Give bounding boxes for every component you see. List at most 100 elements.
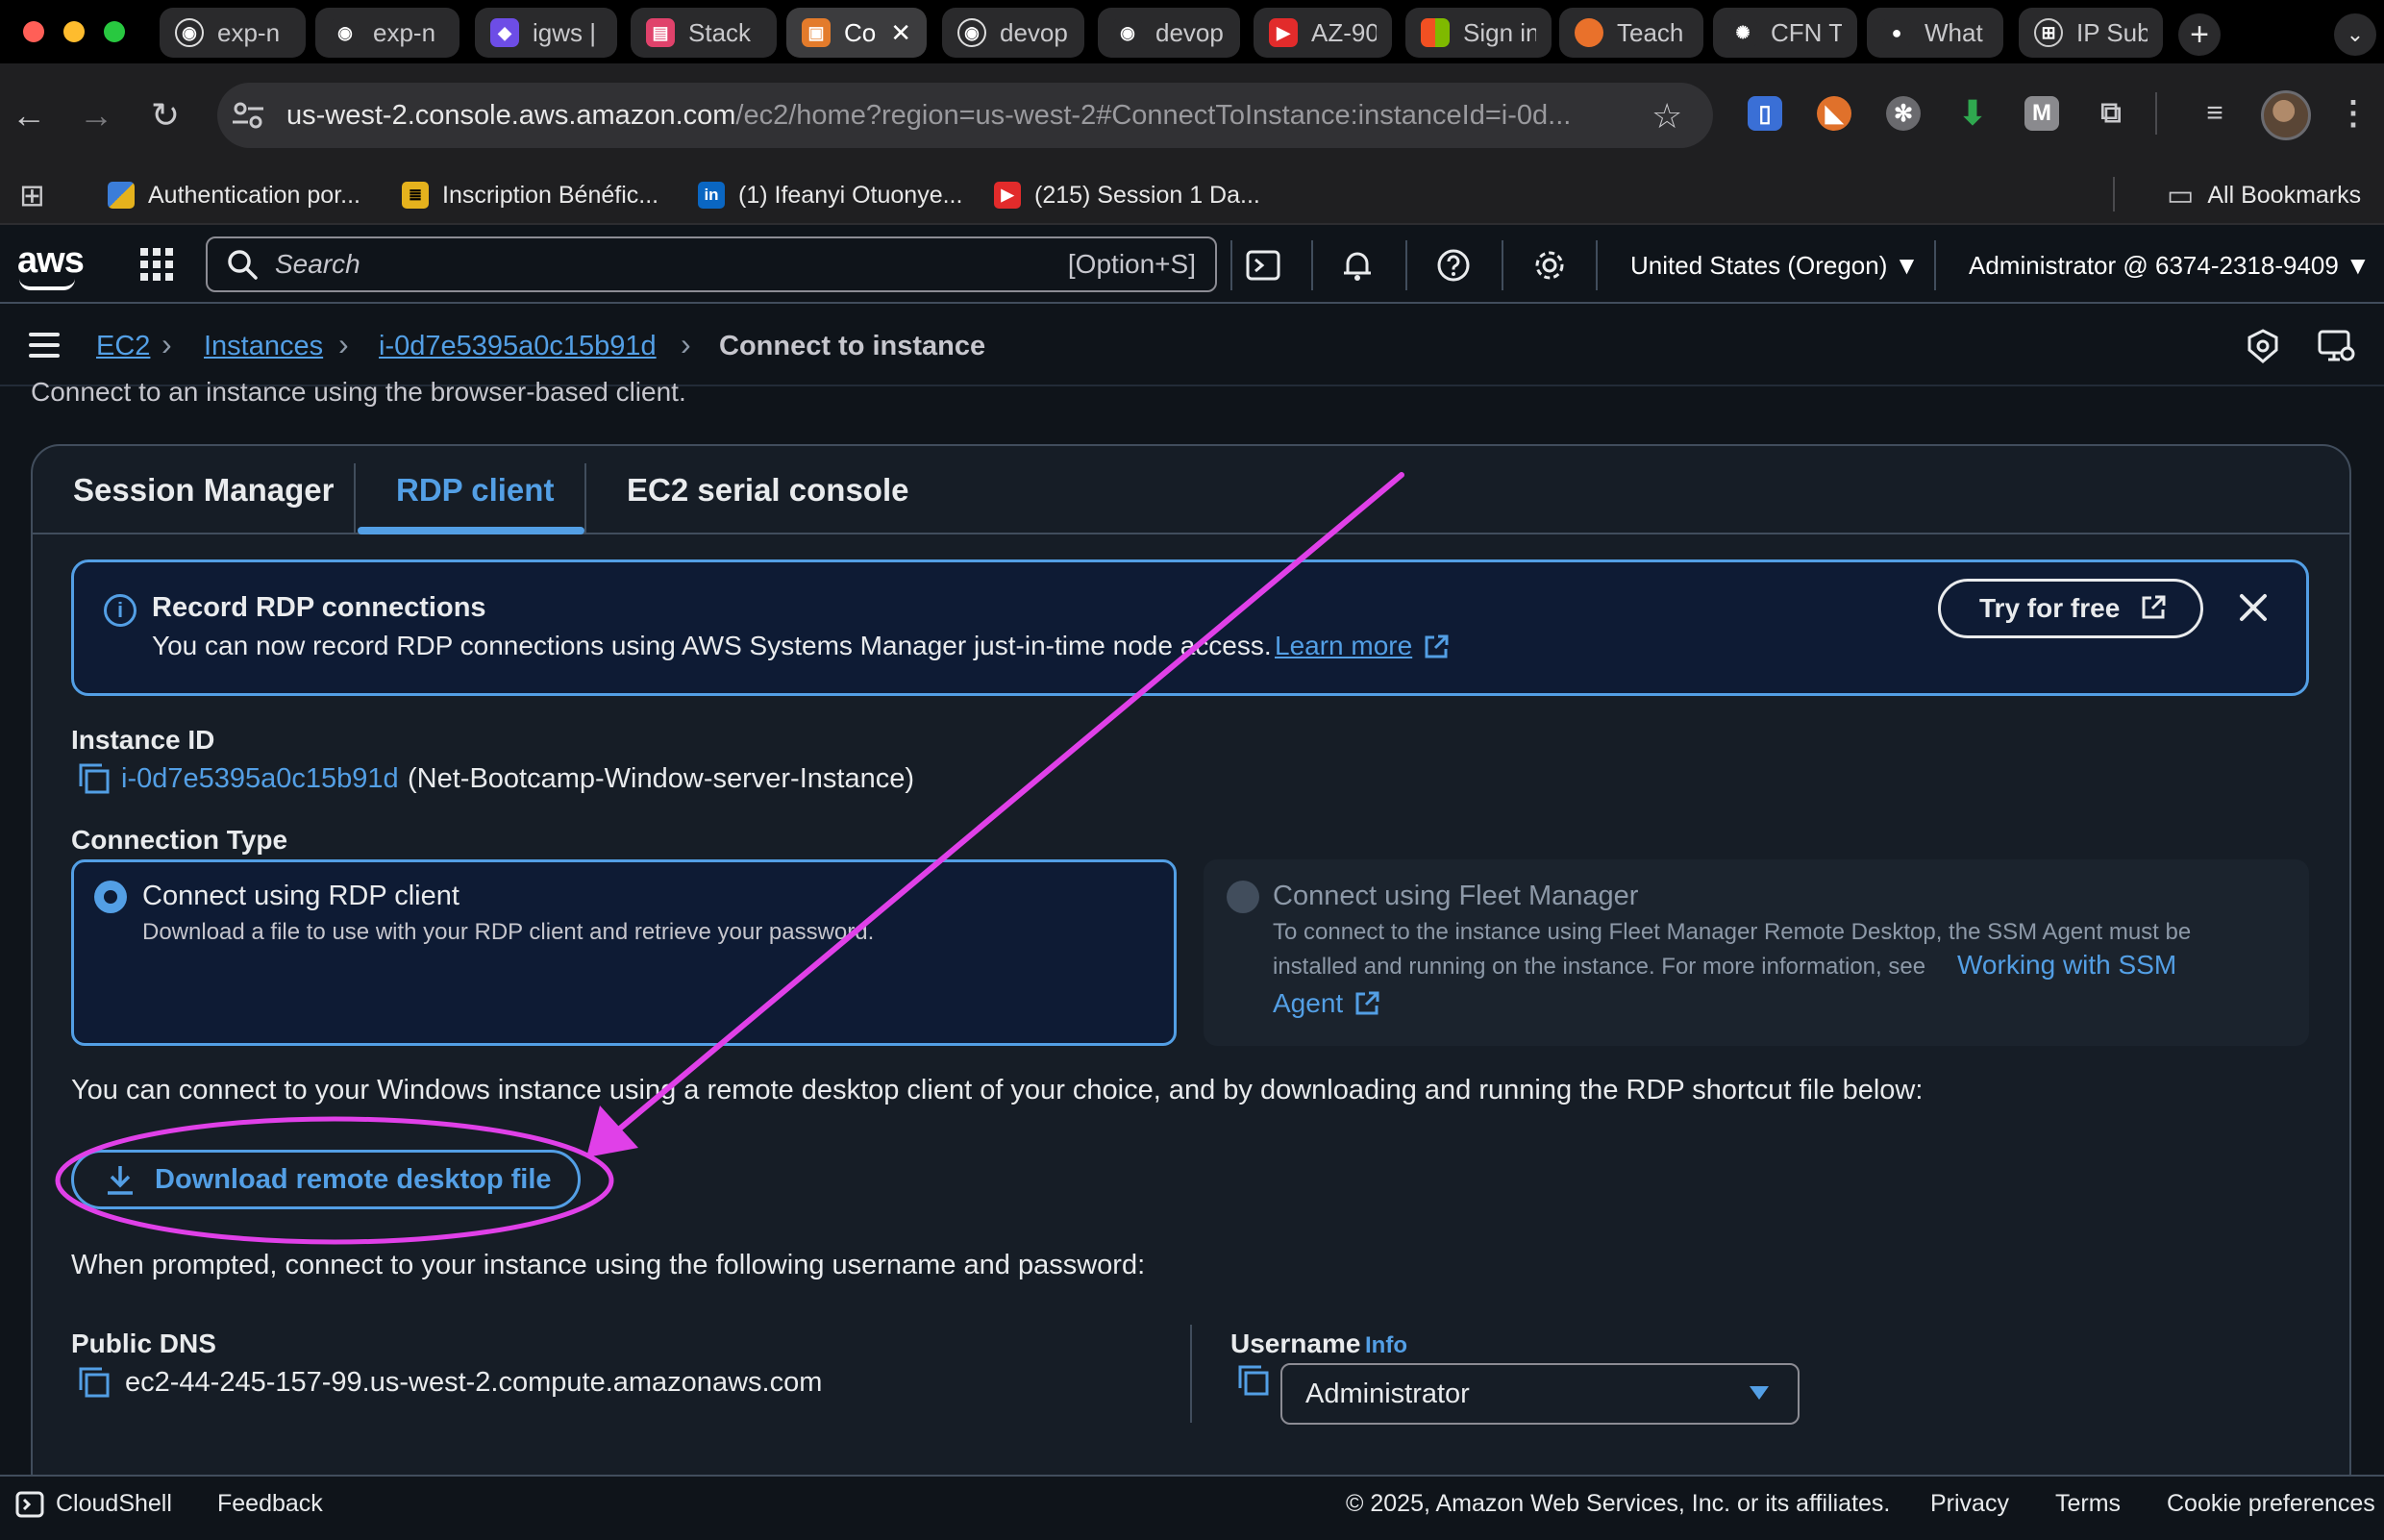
breadcrumb-instance-id[interactable]: i-0d7e5395a0c15b91d (379, 327, 657, 365)
learn-more-link[interactable]: Learn more (1275, 631, 1412, 661)
feedback-shield-icon[interactable] (2244, 327, 2282, 365)
browser-tab[interactable]: ◉ devop (942, 8, 1084, 58)
download-extension-icon[interactable]: ⬇ (1955, 95, 1990, 132)
puzzle-extensions-icon[interactable]: ⧉ (2094, 96, 2128, 131)
bookmark-item[interactable]: ≣ Inscription Bénéfic... (402, 171, 658, 219)
site-settings-icon[interactable] (231, 100, 265, 131)
display-preferences-icon[interactable] (2317, 327, 2355, 365)
account-menu[interactable]: Administrator @ 6374-2318-9409 ▼ (1969, 246, 2371, 285)
browser-menu-icon[interactable]: ⋮ (2336, 95, 2371, 132)
header-divider (1502, 240, 1503, 290)
window-zoom-button[interactable] (104, 21, 125, 42)
window-minimize-button[interactable] (63, 21, 85, 42)
services-menu-icon[interactable] (140, 248, 173, 281)
profile-avatar[interactable] (2261, 90, 2311, 140)
search-icon (228, 250, 258, 280)
m-extension-icon[interactable]: M (2024, 96, 2059, 131)
copy-icon[interactable] (77, 1365, 112, 1400)
address-bar[interactable]: us-west-2.console.aws.amazon.com/ec2/hom… (217, 83, 1713, 148)
close-icon[interactable] (2234, 588, 2272, 627)
media-controls-icon[interactable]: ≡ (2198, 96, 2232, 131)
username-info-link[interactable]: Info (1365, 1332, 1407, 1359)
username-select[interactable]: Administrator (1280, 1363, 1800, 1425)
radio-rdp-selected[interactable] (94, 881, 127, 913)
bookmark-item[interactable]: in (1) Ifeanyi Otuonye... (698, 171, 962, 219)
browser-tab[interactable]: Sign in (1405, 8, 1552, 58)
docs-extension-icon[interactable]: ▯ (1748, 96, 1782, 131)
github-icon: ◉ (175, 18, 204, 47)
copy-icon[interactable] (77, 761, 112, 796)
openai-icon: ✺ (1728, 18, 1757, 47)
reload-icon[interactable]: ↻ (144, 94, 186, 137)
browser-tab[interactable]: ✺ CFN T (1713, 8, 1857, 58)
cloudshell-icon[interactable] (1244, 246, 1282, 285)
back-arrow-icon[interactable]: ← (8, 94, 50, 137)
credentials-instructions: When prompted, connect to your instance … (71, 1250, 1146, 1280)
notifications-bell-icon[interactable] (1338, 246, 1377, 285)
browser-tab[interactable]: ◆ igws | (475, 8, 617, 58)
browser-tab[interactable]: ◉ devop (1098, 8, 1240, 58)
instance-id-link[interactable]: i-0d7e5395a0c15b91d (121, 763, 399, 795)
footer-feedback[interactable]: Feedback (217, 1490, 323, 1518)
browser-tab[interactable]: ▶ AZ-90 (1254, 8, 1392, 58)
public-dns-value: ec2-44-245-157-99.us-west-2.compute.amaz… (125, 1367, 823, 1398)
column-divider (1190, 1325, 1192, 1423)
browser-tab[interactable]: ▤ Stack (631, 8, 777, 58)
breadcrumb-current: Connect to instance (719, 331, 986, 361)
youtube-icon: ▶ (994, 182, 1021, 209)
help-icon[interactable] (1434, 246, 1473, 285)
all-bookmarks-button[interactable]: ▭ All Bookmarks (2167, 171, 2361, 219)
header-divider (1230, 240, 1232, 290)
chevron-right-icon: › (338, 327, 349, 361)
browser-tab[interactable]: ◉ exp-n (315, 8, 459, 58)
chevron-right-icon: › (681, 327, 691, 361)
bookmark-item[interactable]: ▶ (215) Session 1 Da... (994, 171, 1260, 219)
footer-terms[interactable]: Terms (2055, 1490, 2121, 1518)
footer-privacy[interactable]: Privacy (1930, 1490, 2009, 1518)
tile-rdp-desc: Download a file to use with your RDP cli… (142, 919, 875, 945)
copy-icon[interactable] (1236, 1363, 1271, 1398)
browser-tab[interactable]: Teach (1559, 8, 1703, 58)
tab-session-manager[interactable]: Session Manager (73, 469, 334, 511)
external-link-icon (2142, 595, 2166, 619)
tab-ec2-serial-console[interactable]: EC2 serial console (627, 469, 908, 511)
cloudshell-icon[interactable] (15, 1490, 44, 1519)
forward-arrow-icon[interactable]: → (75, 94, 117, 137)
new-tab-button[interactable]: + (2178, 13, 2221, 56)
footer-cloudshell[interactable]: CloudShell (56, 1490, 172, 1518)
microsoft-icon (1421, 18, 1450, 47)
browser-tab[interactable]: ⊞ IP Sub (2019, 8, 2163, 58)
browser-tab[interactable]: ◉ exp-n (160, 8, 306, 58)
aws-search-input[interactable]: Search [Option+S] (206, 236, 1217, 292)
flag-icon (108, 182, 135, 209)
tile-fleet-desc: installed and running on the instance. F… (1273, 954, 1926, 980)
window-close-button[interactable] (23, 21, 44, 42)
bookmark-star-icon[interactable]: ☆ (1651, 96, 1682, 137)
ssm-agent-link[interactable]: Agent (1273, 988, 1343, 1019)
apps-grid-icon[interactable]: ⊞ (19, 171, 45, 219)
extension-icon[interactable]: ✻ (1886, 96, 1921, 131)
browser-tab[interactable]: ● What (1867, 8, 2003, 58)
browser-tab-active[interactable]: ▣ Co ✕ (786, 8, 927, 58)
region-selector[interactable]: United States (Oregon) ▼ (1630, 246, 1919, 285)
tab-search-icon[interactable]: ⌄ (2334, 13, 2376, 56)
github-icon: ◉ (957, 18, 986, 47)
aws-logo[interactable]: aws (17, 240, 85, 282)
footer-cookie-preferences[interactable]: Cookie preferences (2167, 1490, 2375, 1518)
bookmark-item[interactable]: Authentication por... (108, 171, 360, 219)
download-remote-desktop-file-button[interactable]: Download remote desktop file (71, 1150, 581, 1209)
connection-type-label: Connection Type (71, 825, 288, 855)
tab-rdp-client[interactable]: RDP client (396, 469, 554, 511)
aws-console-icon: ▣ (802, 18, 831, 47)
bookmarks-divider (2113, 177, 2115, 211)
breadcrumb-instances[interactable]: Instances (204, 327, 323, 365)
settings-gear-icon[interactable] (1530, 246, 1569, 285)
globe-icon: ● (1882, 18, 1911, 47)
metamask-extension-icon[interactable]: ◣ (1817, 96, 1851, 131)
active-tab-indicator (358, 527, 584, 534)
side-nav-menu-icon[interactable] (29, 333, 60, 358)
breadcrumb-ec2[interactable]: EC2 (96, 327, 150, 365)
ssm-agent-link[interactable]: Working with SSM (1957, 950, 2176, 981)
close-tab-icon[interactable]: ✕ (884, 18, 911, 48)
chevron-right-icon: › (161, 327, 172, 361)
